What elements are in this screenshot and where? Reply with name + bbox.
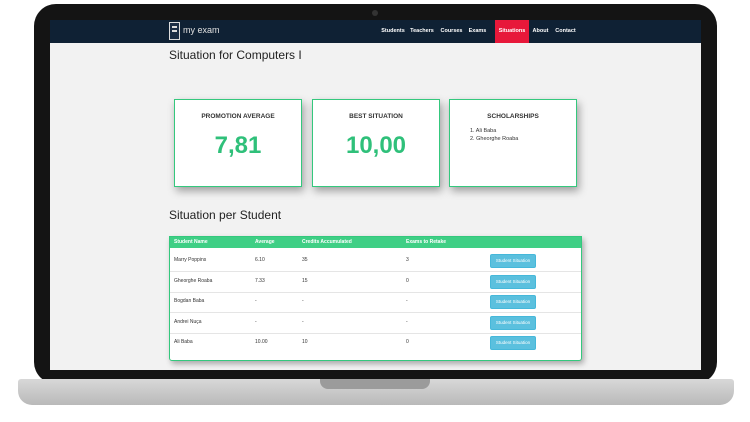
best-situation-value: 10,00	[345, 132, 407, 159]
student-credits: -	[302, 298, 304, 304]
promotion-average-title: PROMOTION AVERAGE	[201, 113, 275, 120]
student-name: Andrei Nuça	[174, 319, 202, 325]
logo-text[interactable]: my exam	[183, 25, 220, 35]
logo-icon[interactable]	[169, 22, 180, 40]
col-average: Average	[255, 239, 275, 245]
student-average: -	[255, 298, 257, 304]
table-row: Andrei Nuça - - - Student Situation	[170, 313, 581, 334]
browser-screen: my exam Students Teachers Courses Exams …	[50, 20, 701, 370]
student-name: Bogdan Baba	[174, 298, 205, 304]
promotion-average-value: 7,81	[214, 132, 262, 159]
scholarships-card: SCHOLARSHIPS 1. Ali Baba 2. Gheorghe Roa…	[449, 99, 577, 187]
nav-teachers[interactable]: Teachers	[408, 20, 436, 43]
table-row: Marry Poppins 6.10 35 3 Student Situatio…	[170, 251, 581, 272]
student-credits: -	[302, 319, 304, 325]
nav-exams[interactable]: Exams	[467, 20, 488, 43]
student-situation-button[interactable]: Student Situation	[490, 336, 536, 350]
student-average: -	[255, 319, 257, 325]
top-navbar: my exam Students Teachers Courses Exams …	[50, 20, 701, 43]
student-situation-button[interactable]: Student Situation	[490, 295, 536, 309]
table-row: Bogdan Baba - - - Student Situation	[170, 292, 581, 313]
nav-contact[interactable]: Contact	[553, 20, 578, 43]
student-retake: -	[406, 298, 408, 304]
table-row: Ali Baba 10.00 10 0 Student Situation	[170, 333, 581, 353]
page-title: Situation for Computers I	[169, 48, 302, 62]
nav-courses[interactable]: Courses	[439, 20, 464, 43]
student-credits: 35	[302, 257, 308, 263]
student-name: Gheorghe Roaba	[174, 278, 213, 284]
student-average: 10.00	[255, 339, 268, 345]
nav-situations[interactable]: Situations	[495, 20, 529, 43]
student-retake: -	[406, 319, 408, 325]
students-table: Student Name Average Credits Accumulated…	[169, 236, 582, 361]
student-average: 7.33	[255, 278, 265, 284]
student-situation-button[interactable]: Student Situation	[490, 254, 536, 268]
student-name: Marry Poppins	[174, 257, 207, 263]
student-credits: 15	[302, 278, 308, 284]
student-retake: 0	[406, 339, 409, 345]
student-name: Ali Baba	[174, 339, 193, 345]
col-retake: Exams to Retake	[406, 239, 447, 245]
scholarship-item: 2. Gheorghe Roaba	[470, 136, 519, 142]
section-title: Situation per Student	[169, 208, 282, 222]
laptop-notch	[320, 379, 430, 389]
student-situation-button[interactable]: Student Situation	[490, 275, 536, 289]
scholarship-item: 1. Ali Baba	[470, 128, 497, 134]
scholarships-title: SCHOLARSHIPS	[487, 113, 539, 120]
table-header: Student Name Average Credits Accumulated…	[170, 237, 581, 248]
camera-icon	[372, 10, 378, 16]
nav-about[interactable]: About	[531, 20, 550, 43]
col-student-name: Student Name	[174, 239, 208, 245]
student-retake: 0	[406, 278, 409, 284]
student-retake: 3	[406, 257, 409, 263]
student-situation-button[interactable]: Student Situation	[490, 316, 536, 330]
nav-students[interactable]: Students	[380, 20, 406, 43]
best-situation-card: BEST SITUATION 10,00	[312, 99, 440, 187]
best-situation-title: BEST SITUATION	[349, 113, 403, 120]
promotion-average-card: PROMOTION AVERAGE 7,81	[174, 99, 302, 187]
scholarships-list: 1. Ali Baba 2. Gheorghe Roaba	[470, 127, 518, 143]
student-credits: 10	[302, 339, 308, 345]
student-average: 6.10	[255, 257, 265, 263]
col-credits: Credits Accumulated	[302, 239, 352, 245]
table-row: Gheorghe Roaba 7.33 15 0 Student Situati…	[170, 272, 581, 293]
